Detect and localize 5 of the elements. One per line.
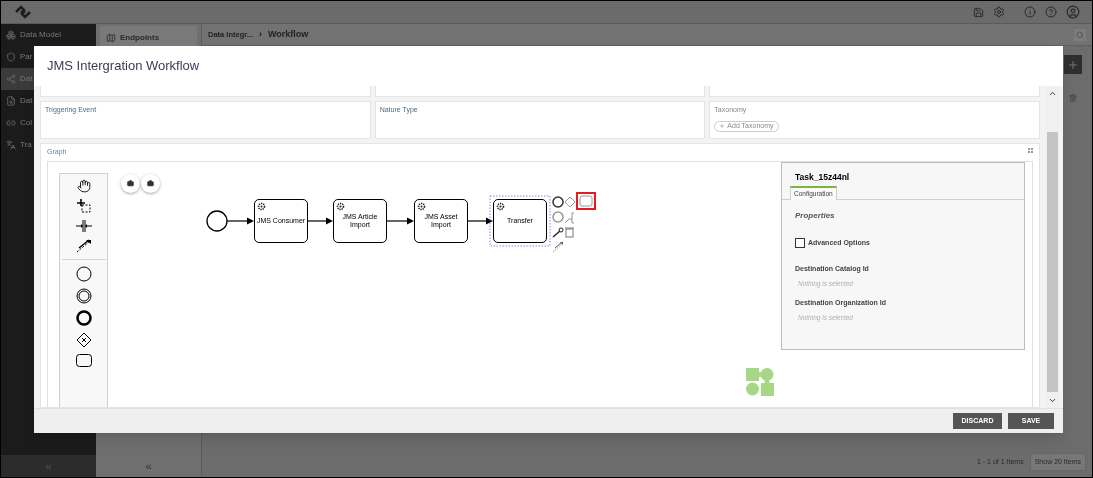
section-heading: Properties [795,210,835,222]
panel-title: Task_15z44nl [794,171,851,184]
breadcrumb-separator: › [259,27,262,41]
modal-title: JMS Intergration Workflow [47,57,200,76]
breadcrumb-current: Workflow [268,27,309,41]
